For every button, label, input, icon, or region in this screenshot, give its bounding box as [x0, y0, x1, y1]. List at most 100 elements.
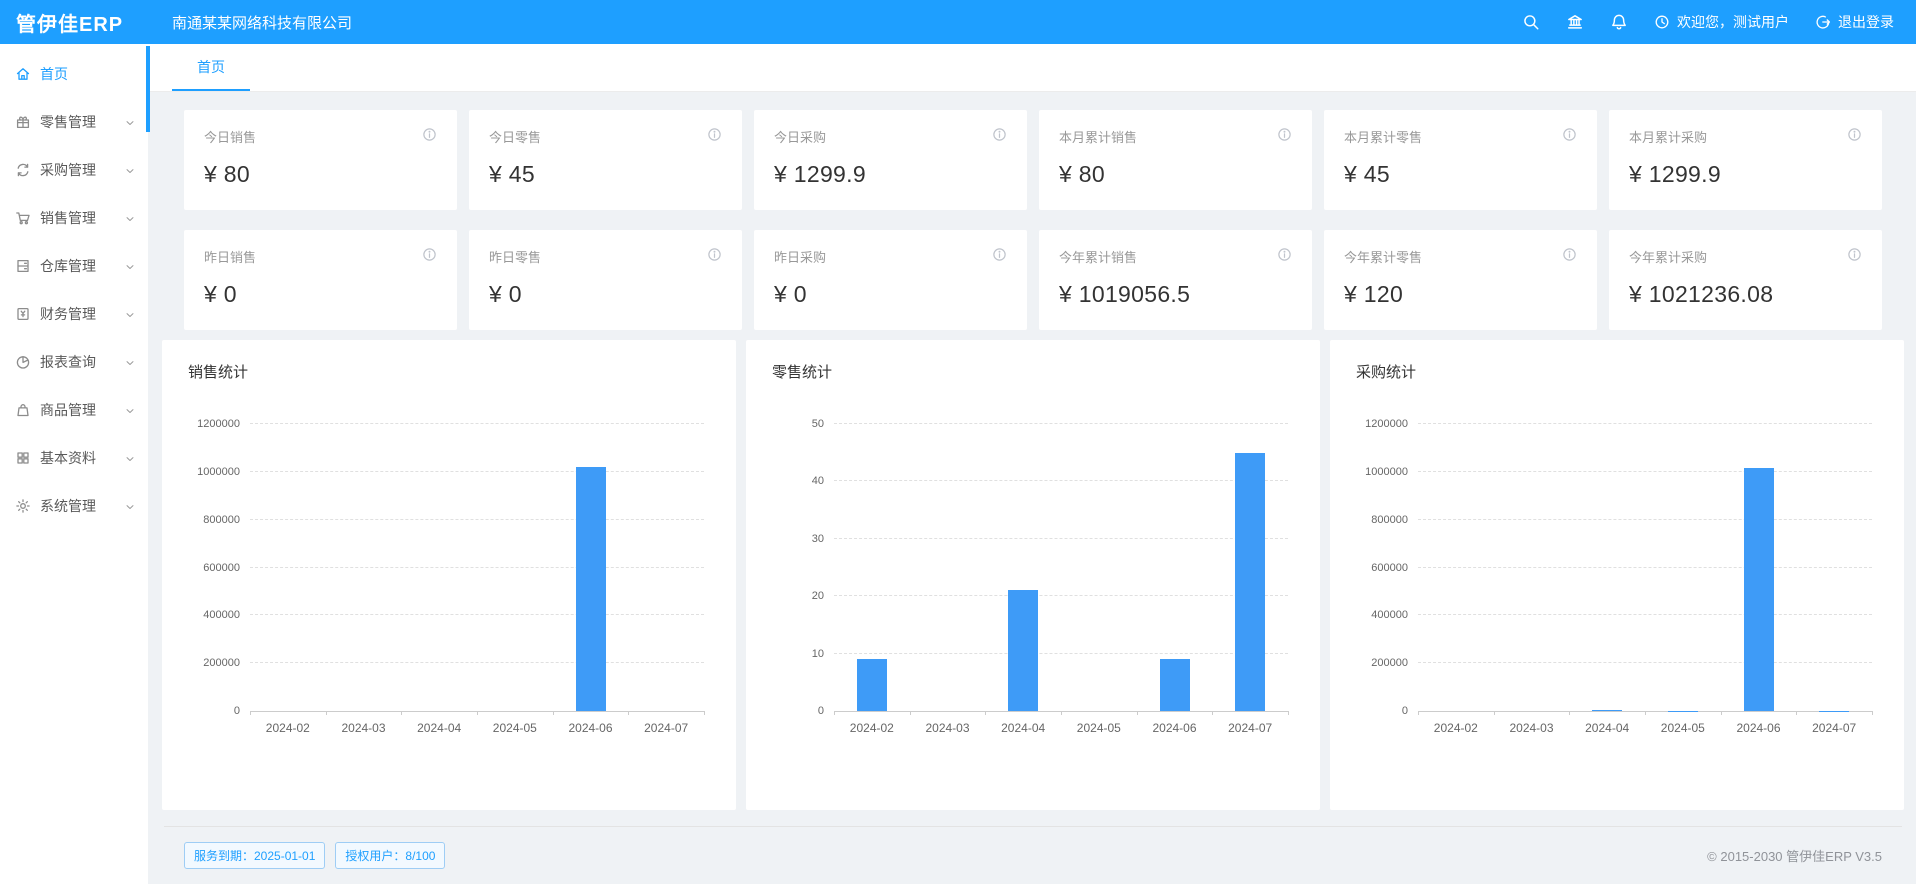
x-axis-tick	[628, 711, 629, 715]
stat-card-label: 昨日销售	[204, 247, 256, 266]
stat-card-header: 本月累计采购	[1629, 127, 1862, 146]
gridline	[834, 653, 1288, 654]
x-axis-tick	[985, 711, 986, 715]
y-axis-tick-label: 600000	[1342, 562, 1408, 574]
company-name: 南通某某网络科技有限公司	[172, 12, 352, 33]
gridline	[834, 595, 1288, 596]
x-axis-tick	[401, 711, 402, 715]
stat-card-label: 今年累计零售	[1344, 247, 1422, 266]
info-icon[interactable]	[1562, 127, 1577, 142]
y-axis-tick-label: 800000	[1342, 514, 1408, 526]
user-welcome[interactable]: 欢迎您，测试用户	[1654, 12, 1789, 32]
stat-card: 本月累计销售¥ 80	[1039, 110, 1312, 210]
sidebar-item-label: 零售管理	[40, 112, 96, 132]
info-icon[interactable]	[422, 127, 437, 142]
cart-icon	[15, 210, 31, 226]
logout-button[interactable]: 退出登录	[1815, 12, 1894, 32]
gear-icon	[15, 498, 31, 514]
chart-title: 采购统计	[1330, 340, 1904, 382]
x-axis-tick	[250, 711, 251, 715]
sidebar-scrollbar-thumb[interactable]	[146, 46, 150, 132]
y-axis-tick-label: 20	[758, 590, 824, 602]
search-icon[interactable]	[1522, 13, 1540, 31]
x-axis-tick-label: 2024-03	[341, 721, 385, 735]
tab-home[interactable]: 首页	[172, 44, 250, 91]
info-icon[interactable]	[1277, 127, 1292, 142]
bar-2024-06	[576, 467, 606, 711]
stat-cards-grid: 今日销售¥ 80今日零售¥ 45今日采购¥ 1299.9本月累计销售¥ 80本月…	[184, 110, 1882, 330]
sidebar-item-basic[interactable]: 基本资料	[0, 434, 148, 482]
sidebar-item-label: 财务管理	[40, 304, 96, 324]
stat-card-value: ¥ 0	[774, 281, 1007, 308]
stat-card-header: 今日销售	[204, 127, 437, 146]
info-icon[interactable]	[1847, 247, 1862, 262]
info-icon[interactable]	[707, 247, 722, 262]
gift-icon	[15, 114, 31, 130]
y-axis-tick-label: 200000	[1342, 657, 1408, 669]
stat-card-label: 本月累计零售	[1344, 127, 1422, 146]
x-axis-tick-label: 2024-05	[1077, 721, 1121, 735]
x-axis-tick	[326, 711, 327, 715]
stat-card-header: 今日采购	[774, 127, 1007, 146]
grid-icon	[15, 450, 31, 466]
app-logo: 管伊佳ERP	[0, 8, 148, 37]
stat-card-value: ¥ 1019056.5	[1059, 281, 1292, 308]
sidebar-item-finance[interactable]: 财务管理	[0, 290, 148, 338]
gridline	[250, 423, 704, 424]
x-axis-tick	[1061, 711, 1062, 715]
stat-card-label: 本月累计销售	[1059, 127, 1137, 146]
x-axis-tick	[477, 711, 478, 715]
gridline	[1418, 614, 1872, 615]
sidebar-item-home[interactable]: 首页	[0, 50, 148, 98]
stat-card-value: ¥ 1299.9	[1629, 161, 1862, 188]
stat-card: 今日零售¥ 45	[469, 110, 742, 210]
stat-card: 今年累计销售¥ 1019056.5	[1039, 230, 1312, 330]
stat-card-label: 今年累计采购	[1629, 247, 1707, 266]
chevron-down-icon	[124, 452, 136, 464]
info-icon[interactable]	[422, 247, 437, 262]
sidebar-item-report[interactable]: 报表查询	[0, 338, 148, 386]
bar-2024-07	[1235, 453, 1265, 711]
chart-plot: 0200000400000600000800000100000012000002…	[250, 424, 704, 712]
sidebar-item-label: 商品管理	[40, 400, 96, 420]
stat-card-label: 今日零售	[489, 127, 541, 146]
x-axis-tick	[834, 711, 835, 715]
stat-card-header: 昨日采购	[774, 247, 1007, 266]
info-icon[interactable]	[992, 127, 1007, 142]
info-icon[interactable]	[1277, 247, 1292, 262]
sidebar-item-sales[interactable]: 销售管理	[0, 194, 148, 242]
x-axis-tick-label: 2024-06	[1736, 721, 1780, 735]
chevron-down-icon	[124, 308, 136, 320]
sidebar-item-goods[interactable]: 商品管理	[0, 386, 148, 434]
stat-card-value: ¥ 0	[204, 281, 437, 308]
stat-card: 今年累计零售¥ 120	[1324, 230, 1597, 330]
sidebar-item-warehouse[interactable]: 仓库管理	[0, 242, 148, 290]
stat-card-label: 今日销售	[204, 127, 256, 146]
sidebar: 首页零售管理采购管理销售管理仓库管理财务管理报表查询商品管理基本资料系统管理	[0, 44, 148, 884]
sync-icon	[15, 162, 31, 178]
x-axis-tick	[1569, 711, 1570, 715]
info-icon[interactable]	[1562, 247, 1577, 262]
x-axis-tick	[704, 711, 705, 715]
home-icon	[15, 66, 31, 82]
sidebar-item-purchase[interactable]: 采购管理	[0, 146, 148, 194]
x-axis-tick-label: 2024-02	[266, 721, 310, 735]
bell-icon[interactable]	[1610, 13, 1628, 31]
x-axis-tick	[1137, 711, 1138, 715]
chevron-down-icon	[124, 260, 136, 272]
info-icon[interactable]	[992, 247, 1007, 262]
sidebar-item-system[interactable]: 系统管理	[0, 482, 148, 530]
info-icon[interactable]	[707, 127, 722, 142]
footer: 服务到期：2025-01-01 授权用户：8/100 © 2015-2030 管…	[164, 826, 1902, 869]
gridline	[1418, 519, 1872, 520]
y-axis-tick-label: 600000	[174, 562, 240, 574]
tab-bar: 首页	[148, 44, 1916, 92]
info-icon[interactable]	[1847, 127, 1862, 142]
bank-icon[interactable]	[1566, 13, 1584, 31]
pie-chart-icon	[15, 354, 31, 370]
sidebar-item-label: 系统管理	[40, 496, 96, 516]
logout-label: 退出登录	[1838, 12, 1894, 32]
sidebar-item-retail[interactable]: 零售管理	[0, 98, 148, 146]
chevron-down-icon	[124, 116, 136, 128]
chevron-down-icon	[124, 164, 136, 176]
